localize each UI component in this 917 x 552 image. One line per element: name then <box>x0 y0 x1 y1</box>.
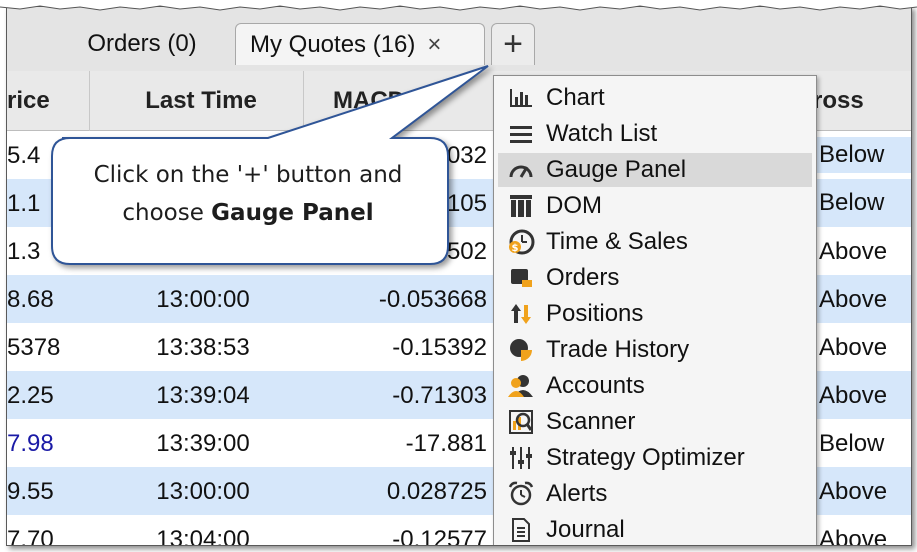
column-header-cross[interactable]: ross <box>813 71 864 131</box>
menu-item-orders[interactable]: Orders <box>498 261 812 295</box>
cell-macd: -17.881 <box>405 430 487 457</box>
cell-last-time: 13:04:00 <box>156 526 250 546</box>
cell-cross: Above <box>819 238 888 265</box>
cell-cross: Below <box>819 430 885 457</box>
cell-macd: -0.12577 <box>392 526 487 546</box>
menu-item-watch-list[interactable]: Watch List <box>498 117 812 151</box>
orders-icon <box>504 263 538 293</box>
close-icon[interactable]: × <box>427 31 441 59</box>
menu-item-gauge-panel[interactable]: Gauge Panel <box>498 153 812 187</box>
time-sales-icon: $ <box>504 227 538 257</box>
svg-text:$: $ <box>512 243 519 254</box>
callout-line-2-prefix: choose <box>122 200 212 226</box>
menu-item-label: Chart <box>546 84 605 111</box>
cell-macd: -0.15392 <box>392 334 487 361</box>
menu-item-label: Gauge Panel <box>546 156 687 183</box>
cell-price: 1.3 <box>7 238 41 265</box>
cell-macd: -0.053668 <box>378 286 487 313</box>
callout-line-2: choose Gauge Panel <box>50 194 446 232</box>
menu-item-label: Orders <box>546 264 620 291</box>
menu-item-label: Positions <box>546 300 644 327</box>
column-header-last-time[interactable]: Last Time <box>117 71 285 131</box>
menu-item-label: DOM <box>546 192 602 219</box>
menu-item-time-sales[interactable]: $ Time & Sales <box>498 225 812 259</box>
trade-history-icon <box>504 335 538 365</box>
menu-item-label: Scanner <box>546 408 636 435</box>
app-window: Orders (0) My Quotes (16) × + rice Last … <box>6 6 912 546</box>
list-icon <box>504 119 538 149</box>
cell-cross: Above <box>819 334 888 361</box>
tab-orders[interactable]: Orders (0) <box>47 23 237 65</box>
cell-cross: Below <box>813 185 911 221</box>
menu-item-label: Journal <box>546 516 625 543</box>
cell-price: 7.70 <box>7 526 54 546</box>
cell-macd: -0.71303 <box>392 382 487 409</box>
gauge-icon <box>504 155 538 185</box>
tab-my-quotes-label: My Quotes (16) <box>250 30 416 58</box>
cell-last-time: 13:39:00 <box>156 430 250 457</box>
menu-item-label: Trade History <box>546 336 690 363</box>
cell-cross: Above <box>819 526 888 546</box>
callout-text: Click on the '+' button and choose Gauge… <box>50 156 446 232</box>
journal-icon <box>504 515 538 545</box>
bar-chart-icon <box>504 83 538 113</box>
column-divider[interactable] <box>303 71 304 131</box>
cell-cross: Above <box>819 478 888 505</box>
menu-item-label: Accounts <box>546 372 645 399</box>
cell-cross: Above <box>819 382 888 409</box>
menu-item-chart[interactable]: Chart <box>498 81 812 115</box>
cell-last-time: 13:39:04 <box>156 382 250 409</box>
cell-cross: Above <box>819 286 888 313</box>
menu-item-strategy-optimizer[interactable]: Strategy Optimizer <box>498 441 812 475</box>
dom-icon <box>504 191 538 221</box>
tab-orders-label: Orders (0) <box>87 30 197 57</box>
cell-cross: Below <box>813 137 911 173</box>
add-panel-menu: Chart Watch List Gauge Panel DOM $ Time & Sal… <box>493 75 817 545</box>
cell-price: 2.25 <box>7 382 54 409</box>
menu-item-label: Strategy Optimizer <box>546 444 745 471</box>
menu-item-trade-history[interactable]: Trade History <box>498 333 812 367</box>
cell-price: 5378 <box>7 334 61 361</box>
cell-price: 7.98 <box>7 430 54 457</box>
menu-item-journal[interactable]: Journal <box>498 513 812 545</box>
cell-price: 9.55 <box>7 478 54 505</box>
menu-item-label: Watch List <box>546 120 658 147</box>
callout-line-1: Click on the '+' button and <box>93 162 403 188</box>
strategy-optimizer-icon <box>504 443 538 473</box>
cell-price: 8.68 <box>7 286 54 313</box>
cell-last-time: 13:38:53 <box>156 334 250 361</box>
plus-icon: + <box>503 25 523 63</box>
menu-item-accounts[interactable]: Accounts <box>498 369 812 403</box>
column-header-price[interactable]: rice <box>7 71 50 131</box>
menu-item-scanner[interactable]: Scanner <box>498 405 812 439</box>
callout-highlight: Gauge Panel <box>211 200 374 226</box>
alarm-clock-icon <box>504 479 538 509</box>
tab-my-quotes[interactable]: My Quotes (16) × <box>235 23 485 65</box>
menu-item-label: Time & Sales <box>546 228 688 255</box>
menu-item-alerts[interactable]: Alerts <box>498 477 812 511</box>
torn-edge <box>0 0 917 11</box>
menu-item-positions[interactable]: Positions <box>498 297 812 331</box>
add-tab-button[interactable]: + <box>491 23 535 65</box>
column-divider[interactable] <box>89 71 90 131</box>
scanner-icon <box>504 407 538 437</box>
cell-macd: 502 <box>446 238 487 265</box>
cell-last-time: 13:00:00 <box>156 478 250 505</box>
menu-item-dom[interactable]: DOM <box>498 189 812 223</box>
tab-bar: Orders (0) My Quotes (16) × + <box>7 7 911 71</box>
cell-macd: 0.028725 <box>386 478 487 505</box>
cell-last-time: 13:00:00 <box>156 286 250 313</box>
menu-item-label: Alerts <box>546 480 608 507</box>
positions-icon <box>504 299 538 329</box>
column-header-macd[interactable]: MACD-M <box>333 71 433 131</box>
accounts-icon <box>504 371 538 401</box>
